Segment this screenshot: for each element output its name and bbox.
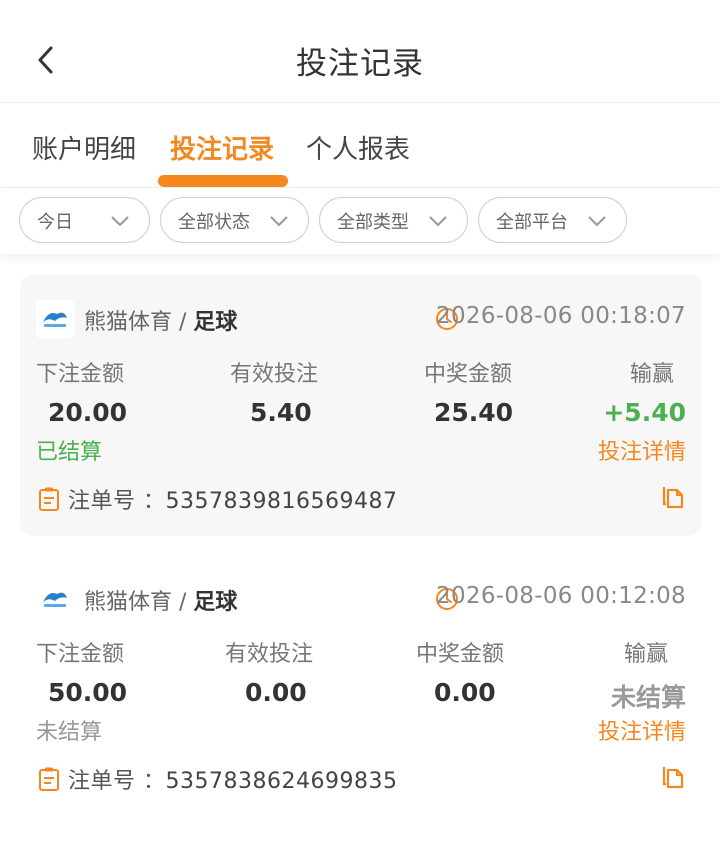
chevron-down-icon bbox=[111, 216, 129, 227]
platform-name: 熊猫体育 / 足球 bbox=[84, 310, 238, 335]
status-filter-label: 全部状态 bbox=[178, 212, 250, 233]
bet-time: 2026-08-06 00:12:08 bbox=[436, 583, 686, 609]
bet-time: 2026-08-06 00:18:07 bbox=[436, 303, 686, 329]
win-amount-value: 0.00 bbox=[434, 678, 496, 707]
profit-value: +5.40 bbox=[603, 398, 686, 427]
settlement-status: 已结算 bbox=[36, 440, 103, 465]
bet-record-card[interactable]: 熊猫体育 / 足球 2026-08-06 00:12:08 下注金额 有效投注 … bbox=[20, 554, 702, 816]
panda-sports-logo bbox=[36, 300, 74, 338]
bet-amount-label: 下注金额 bbox=[36, 642, 125, 667]
active-tab-indicator bbox=[158, 175, 288, 187]
win-amount-label: 中奖金额 bbox=[416, 642, 505, 667]
chevron-down-icon bbox=[588, 216, 606, 227]
valid-bet-label: 有效投注 bbox=[230, 362, 319, 387]
copy-icon[interactable] bbox=[662, 765, 686, 791]
bet-amount-label: 下注金额 bbox=[36, 362, 125, 387]
tab-account-details[interactable]: 账户明细 bbox=[32, 129, 136, 166]
panda-sports-logo bbox=[36, 580, 74, 618]
tab-bar: 账户明细 投注记录 个人报表 bbox=[0, 103, 720, 188]
win-amount-value: 25.40 bbox=[434, 398, 514, 427]
valid-bet-label: 有效投注 bbox=[225, 642, 314, 667]
profit-label: 输赢 bbox=[629, 362, 674, 387]
date-filter-label: 今日 bbox=[37, 212, 73, 233]
platform-filter-label: 全部平台 bbox=[496, 212, 568, 233]
date-filter-dropdown[interactable]: 今日 bbox=[19, 197, 150, 243]
type-filter-label: 全部类型 bbox=[337, 212, 409, 233]
top-bar: 投注记录 bbox=[0, 0, 720, 103]
bet-amount-value: 50.00 bbox=[48, 678, 128, 707]
settlement-status: 未结算 bbox=[36, 720, 103, 745]
bet-details-link[interactable]: 投注详情 bbox=[598, 434, 686, 466]
valid-bet-value: 5.40 bbox=[250, 398, 312, 427]
filter-bar: 今日 全部状态 全部类型 全部平台 bbox=[0, 188, 720, 254]
clipboard-icon bbox=[39, 487, 59, 511]
profit-value: 未结算 bbox=[610, 683, 686, 712]
clipboard-icon bbox=[39, 767, 59, 791]
tab-bet-records[interactable]: 投注记录 bbox=[170, 129, 274, 166]
status-filter-dropdown[interactable]: 全部状态 bbox=[160, 197, 309, 243]
page-title: 投注记录 bbox=[296, 46, 424, 82]
chevron-down-icon bbox=[270, 216, 288, 227]
bet-record-card[interactable]: 熊猫体育 / 足球 2026-08-06 00:18:07 下注金额 有效投注 … bbox=[20, 274, 702, 536]
valid-bet-value: 0.00 bbox=[245, 678, 307, 707]
order-number: 注单号 ：5357838624699835 bbox=[68, 769, 398, 794]
platform-name: 熊猫体育 / 足球 bbox=[84, 590, 238, 615]
chevron-down-icon bbox=[429, 216, 447, 227]
profit-label: 输赢 bbox=[623, 642, 668, 667]
bet-details-link[interactable]: 投注详情 bbox=[598, 714, 686, 746]
type-filter-dropdown[interactable]: 全部类型 bbox=[319, 197, 468, 243]
copy-icon[interactable] bbox=[662, 485, 686, 511]
platform-filter-dropdown[interactable]: 全部平台 bbox=[478, 197, 627, 243]
bet-amount-value: 20.00 bbox=[48, 398, 128, 427]
tab-personal-report[interactable]: 个人报表 bbox=[306, 129, 410, 166]
order-number: 注单号 ：5357839816569487 bbox=[68, 489, 398, 514]
win-amount-label: 中奖金额 bbox=[424, 362, 513, 387]
